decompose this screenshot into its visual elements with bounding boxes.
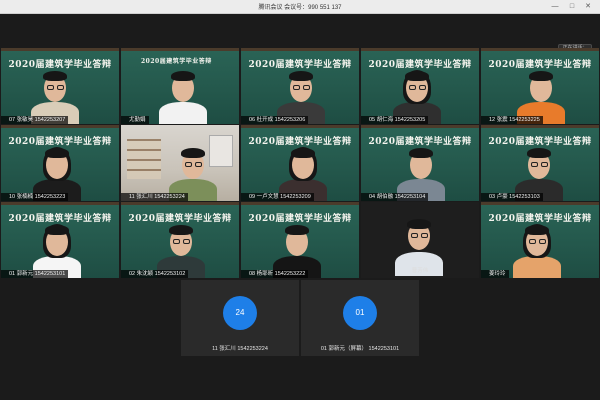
chalkboard-text: 2020届建筑学毕业答辩 xyxy=(128,214,232,224)
video-tile[interactable]: 2020届建筑学毕业答辩姜玲玲 xyxy=(481,202,599,278)
participant-name: 曹芳伟 xyxy=(411,268,429,274)
participant-name-bar: 07 张敏昊 1542253207 xyxy=(1,116,69,124)
video-tile[interactable]: 2020届建筑学毕业答辩 08 杨耶昕 1542253222 xyxy=(241,202,359,278)
participant-name: 09 一卢文慧 1542253209 xyxy=(249,194,311,200)
mic-icon xyxy=(122,117,127,123)
participant-name: 尤勤娟 xyxy=(129,117,146,123)
participant-name-bar: 10 张楠楠 1542253223 xyxy=(1,193,69,201)
mic-icon xyxy=(482,117,487,123)
participant-name-bar: 01 郭新元 1542253101 xyxy=(1,270,69,278)
chalkboard-text: 2020届建筑学毕业答辩 xyxy=(488,137,592,147)
chalkboard-text: 2020届建筑学毕业答辩 xyxy=(248,214,352,224)
video-tile[interactable]: 2020届建筑学毕业答辩 12 张震 1542253225 xyxy=(481,48,599,124)
chalkboard-text: 2020届建筑学毕业答辩 xyxy=(141,58,212,65)
avatar-tile[interactable]: 24 11 张汇川 1542253224 xyxy=(181,280,299,356)
chalkboard-text: 2020届建筑学毕业答辩 xyxy=(248,60,352,70)
video-tile[interactable]: 2020届建筑学毕业答辩 01 郭新元 1542253101 xyxy=(1,202,119,278)
participant-name: 01 郭新元 1542253101 xyxy=(9,271,66,277)
title-bar: 腾讯会议 会议号：990 551 137 — □ ✕ xyxy=(0,0,600,14)
avatar: 01 xyxy=(343,296,377,330)
chalkboard-text: 2020届建筑学毕业答辩 xyxy=(8,137,112,147)
video-tile[interactable]: 2020届建筑学毕业答辩 05 胡仁海 1542253205 xyxy=(361,48,479,124)
mic-icon xyxy=(362,194,367,200)
participant-name: 11 张汇川 1542253224 xyxy=(129,194,185,200)
chalkboard-text: 2020届建筑学毕业答辩 xyxy=(368,137,472,147)
maximize-icon[interactable]: □ xyxy=(566,1,578,12)
participant-name: 01 郭新元（屏幕） 1542253101 xyxy=(320,346,400,352)
mic-icon xyxy=(2,271,7,277)
video-tile[interactable]: 2020届建筑学毕业答辩 03 卢豪 1542253103 xyxy=(481,125,599,201)
mic-icon xyxy=(482,271,487,277)
participant-name: 07 张敏昊 1542253207 xyxy=(9,117,66,123)
participant-name: 08 杨耶昕 1542253222 xyxy=(249,271,306,277)
participant-name: 10 张楠楠 1542253223 xyxy=(9,194,66,200)
participant-name-bar: 04 胡伯融 1542253104 xyxy=(361,193,429,201)
chalkboard-text: 2020届建筑学毕业答辩 xyxy=(8,214,112,224)
mic-icon xyxy=(122,194,127,200)
avatar: 24 xyxy=(223,296,257,330)
participant-name: 06 杜开成 1542253206 xyxy=(249,117,306,123)
participant-name-bar: 08 杨耶昕 1542253222 xyxy=(241,270,309,278)
mic-icon xyxy=(242,271,247,277)
video-tile[interactable]: 11 张汇川 1542253224 xyxy=(121,125,239,201)
chalkboard-text: 2020届建筑学毕业答辩 xyxy=(8,60,112,70)
window-title: 腾讯会议 会议号：990 551 137 xyxy=(258,5,342,11)
participant-name-bar: 12 张震 1542253225 xyxy=(481,116,543,124)
participant-name-bar: 02 朱沈颖 1542253102 xyxy=(121,270,189,278)
participant-name: 04 胡伯融 1542253104 xyxy=(369,194,426,200)
meeting-window: 腾讯会议 会议号：990 551 137 — □ ✕ 正在讲话： 2020届建筑… xyxy=(0,0,600,400)
mic-icon xyxy=(2,117,7,123)
mic-icon xyxy=(2,194,7,200)
participant-name-bar: 06 杜开成 1542253206 xyxy=(241,116,309,124)
avatar-tile[interactable]: 01 01 郭新元（屏幕） 1542253101 xyxy=(301,280,419,356)
participant-name: 02 朱沈颖 1542253102 xyxy=(129,271,186,277)
mic-icon xyxy=(362,117,367,123)
chalkboard-text: 2020届建筑学毕业答辩 xyxy=(488,60,592,70)
participant-name: 姜玲玲 xyxy=(489,271,506,277)
video-tile[interactable]: 2020届建筑学毕业答辩 09 一卢文慧 1542253209 xyxy=(241,125,359,201)
video-tile[interactable]: 2020届建筑学毕业答辩 04 胡伯融 1542253104 xyxy=(361,125,479,201)
participant-name-bar: 03 卢豪 1542253103 xyxy=(481,193,543,201)
close-icon[interactable]: ✕ xyxy=(582,1,594,12)
video-tile[interactable]: 2020届建筑学毕业答辩 10 张楠楠 1542253223 xyxy=(1,125,119,201)
video-tile[interactable]: 2020届建筑学毕业答辩 02 朱沈颖 1542253102 xyxy=(121,202,239,278)
participant-name-bar: 11 张汇川 1542253224 xyxy=(121,193,188,201)
mic-icon xyxy=(122,271,127,277)
participant-name-bar: 09 一卢文慧 1542253209 xyxy=(241,193,314,201)
participant-name: 11 张汇川 1542253224 xyxy=(212,346,268,352)
video-tile[interactable]: 曹芳伟 xyxy=(361,202,479,278)
participant-name-bar: 尤勤娟 xyxy=(121,116,149,124)
video-tile[interactable]: 2020届建筑学毕业答辩 07 张敏昊 1542253207 xyxy=(1,48,119,124)
minimize-icon[interactable]: — xyxy=(549,1,561,12)
participant-name-bar: 姜玲玲 xyxy=(481,270,509,278)
chalkboard-text: 2020届建筑学毕业答辩 xyxy=(368,60,472,70)
chalkboard-text: 2020届建筑学毕业答辩 xyxy=(248,137,352,147)
participant-name: 12 张震 1542253225 xyxy=(489,117,540,123)
mic-icon xyxy=(482,194,487,200)
participant-name: 05 胡仁海 1542253205 xyxy=(369,117,426,123)
participant-name: 03 卢豪 1542253103 xyxy=(489,194,540,200)
mic-icon xyxy=(242,117,247,123)
video-tile[interactable]: 2020届建筑学毕业答辩尤勤娟 xyxy=(121,48,239,124)
participant-name-bar: 05 胡仁海 1542253205 xyxy=(361,116,429,124)
mic-icon xyxy=(242,194,247,200)
video-tile[interactable]: 2020届建筑学毕业答辩 06 杜开成 1542253206 xyxy=(241,48,359,124)
chalkboard-text: 2020届建筑学毕业答辩 xyxy=(488,214,592,224)
